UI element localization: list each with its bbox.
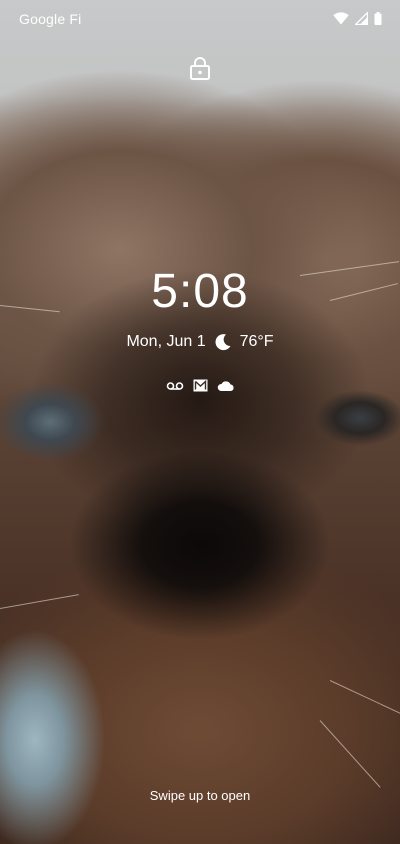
- battery-icon: [374, 12, 382, 25]
- gmail-icon: [193, 379, 207, 392]
- notification-icons[interactable]: [0, 378, 400, 393]
- status-icons: [333, 12, 382, 25]
- wifi-icon: [333, 12, 349, 25]
- cloud-icon: [217, 380, 234, 391]
- swipe-up-hint[interactable]: Swipe up to open: [0, 788, 400, 803]
- voicemail-icon: [166, 381, 183, 390]
- moon-icon: [215, 334, 231, 351]
- wallpaper-cat-photo: [0, 0, 400, 844]
- temperature-text: 76°F: [239, 333, 274, 350]
- lock-screen-clock: 5:08: [151, 265, 249, 318]
- carrier-name: Google Fi: [19, 11, 82, 27]
- date-weather-row[interactable]: Mon, Jun 1 76°F: [0, 333, 400, 351]
- status-bar: Google Fi: [0, 0, 400, 40]
- lock-icon[interactable]: [189, 56, 211, 80]
- lock-screen[interactable]: Google Fi 5:08 Mon, Jun 1 76°F Swipe up …: [0, 0, 400, 844]
- cell-signal-icon: [355, 12, 368, 25]
- date-text: Mon, Jun 1: [126, 333, 206, 350]
